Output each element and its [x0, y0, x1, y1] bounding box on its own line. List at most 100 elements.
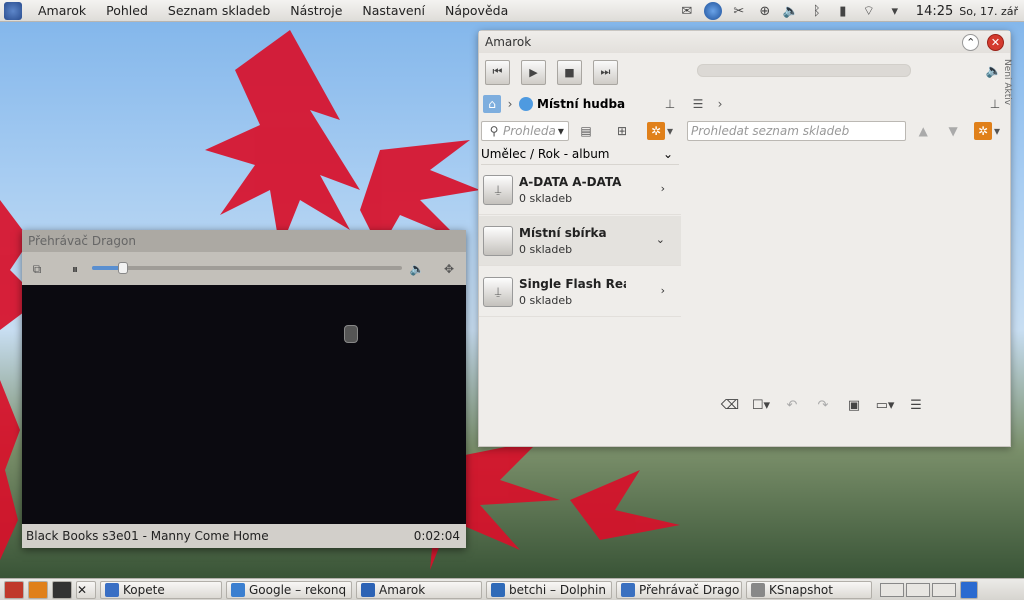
amarok-quicklaunch-icon[interactable]: [28, 580, 48, 599]
tools-icon[interactable]: ✕: [76, 580, 96, 599]
volume-icon[interactable]: 🔈: [986, 64, 1002, 79]
collection-item-local[interactable]: Místní sbírka 0 skladeb ⌄: [479, 216, 681, 266]
dragon-icon: [621, 582, 635, 597]
chevron-down-icon[interactable]: ▾: [665, 122, 675, 140]
playlist-button-row: ⌫ ☐▾ ↶ ↷ ▣ ▭▾ ☰: [719, 395, 936, 415]
pager-desktop-3[interactable]: [932, 582, 956, 597]
redo-icon[interactable]: ↷: [812, 395, 834, 415]
pager-desktop-2[interactable]: [906, 582, 930, 597]
export-playlist-icon[interactable]: ▣: [843, 395, 865, 415]
video-seek-handle[interactable]: [118, 262, 128, 274]
kde-launcher-icon[interactable]: [4, 1, 22, 20]
collection-view-icon[interactable]: ▤: [577, 122, 595, 140]
chevron-right-icon: ›: [507, 97, 513, 111]
mail-icon[interactable]: ✉: [678, 3, 696, 19]
task-amarok[interactable]: Amarok: [356, 580, 482, 599]
previous-track-button[interactable]: ⏮: [485, 59, 510, 85]
menu-nastaveni[interactable]: Nastavení: [352, 0, 435, 22]
breadcrumb-local-music[interactable]: Místní hudba: [537, 97, 625, 111]
collection-search-row: ⚲ Prohleda ▾ ▤ ⊞ ✲ ▾: [481, 120, 679, 142]
volume-icon[interactable]: 🔈: [408, 260, 426, 278]
browser-breadcrumb: ⌂ › Místní hudba ⊥: [483, 93, 679, 115]
config-icon[interactable]: ✲: [974, 122, 993, 140]
queue-icon[interactable]: ☐▾: [750, 395, 772, 415]
chevron-right-icon[interactable]: ›: [711, 95, 729, 113]
pause-icon[interactable]: ⏸: [66, 260, 84, 278]
collection-search-input[interactable]: ⚲ Prohleda ▾: [481, 121, 569, 141]
stop-button[interactable]: ■: [557, 59, 582, 85]
hard-drive-icon: [483, 225, 513, 256]
task-dragon[interactable]: Přehrávač Drago: [616, 580, 742, 599]
collection-item-flash[interactable]: ⍊ Single Flash Reade 0 skladeb ›: [479, 267, 681, 317]
close-button[interactable]: ✕: [987, 33, 1004, 51]
task-ksnapshot[interactable]: KSnapshot: [746, 580, 872, 599]
terminal-icon[interactable]: [52, 580, 72, 599]
chevron-right-icon[interactable]: ›: [661, 182, 665, 195]
home-icon[interactable]: ⌂: [483, 95, 501, 113]
side-panel-label[interactable]: Není Aktiv: [1002, 59, 1012, 149]
config-icon[interactable]: ✲: [647, 122, 665, 140]
minimize-button[interactable]: ⌃: [962, 33, 980, 51]
expand-tray-icon[interactable]: ▾: [886, 3, 904, 19]
dolphin-icon: [491, 582, 505, 597]
chevron-right-icon[interactable]: ›: [661, 284, 665, 297]
list-view-icon[interactable]: ☰: [905, 395, 927, 415]
chevron-down-icon[interactable]: ▾: [992, 122, 1002, 140]
bluetooth-icon[interactable]: ᛒ: [808, 3, 826, 19]
fullscreen-icon[interactable]: ✥: [440, 260, 458, 278]
window-title: Amarok: [485, 35, 532, 49]
network-globe-icon[interactable]: [703, 2, 722, 20]
wifi-icon[interactable]: ⌔: [860, 3, 878, 19]
sort-select[interactable]: Umělec / Rok - album ⌄: [481, 143, 679, 165]
bookmark-icon[interactable]: ⊥: [661, 95, 679, 113]
local-music-icon: [519, 97, 533, 111]
volume-icon[interactable]: 🔈: [782, 3, 800, 19]
play-button[interactable]: ▶: [521, 59, 546, 85]
menu-amarok[interactable]: Amarok: [28, 0, 96, 22]
menu-nastroje[interactable]: Nástroje: [280, 0, 352, 22]
chevron-down-icon[interactable]: ▾: [558, 124, 564, 138]
show-desktop-icon[interactable]: [960, 580, 978, 599]
network-icon[interactable]: ⊕: [756, 3, 774, 19]
bottom-taskbar: ✕ Kopete Google – rekonq Amarok betchi –…: [0, 578, 1024, 600]
merged-view-icon[interactable]: ⊞: [613, 122, 631, 140]
playlist-search-input[interactable]: Prohledat seznam skladeb: [687, 121, 907, 141]
arrow-down-icon[interactable]: ▼: [944, 122, 962, 140]
arrow-up-icon[interactable]: ▲: [914, 122, 932, 140]
playlist-toggle-icon[interactable]: ⧉: [28, 260, 46, 278]
collection-item-adata[interactable]: ⍊ A-DATA A-DATA N 0 skladeb ›: [479, 165, 681, 215]
amarok-window: Amarok ⌃ ✕ ⏮ ▶ ■ ⏭ 🔈 ⌂ › Místní hudba ⊥ …: [478, 30, 1012, 447]
clock-time[interactable]: 14:25: [916, 4, 953, 19]
kopete-icon: [105, 582, 119, 597]
chevron-down-icon: ⌄: [662, 146, 673, 161]
playback-time: 0:02:04: [413, 529, 460, 543]
task-rekonq[interactable]: Google – rekonq: [226, 580, 352, 599]
task-kopete[interactable]: Kopete: [100, 580, 222, 599]
usb-drive-icon: ⍊: [483, 276, 513, 307]
menu-seznam-skladeb[interactable]: Seznam skladeb: [158, 0, 280, 22]
menu-pohled[interactable]: Pohled: [96, 0, 158, 22]
chevron-down-icon[interactable]: ⌄: [656, 233, 665, 246]
video-area[interactable]: [22, 285, 466, 524]
dragon-status-bar: Black Books s3e01 - Manny Come Home 0:02…: [22, 524, 466, 548]
dragon-titlebar[interactable]: Přehrávač Dragon: [22, 230, 466, 252]
amarok-titlebar[interactable]: Amarok ⌃ ✕: [479, 31, 1010, 53]
app-launcher-icon[interactable]: [4, 580, 24, 599]
battery-icon[interactable]: ▮: [834, 3, 852, 19]
track-seek-slider[interactable]: [697, 64, 911, 77]
next-track-button[interactable]: ⏭: [593, 59, 618, 85]
video-seek-slider[interactable]: [92, 262, 402, 274]
amarok-icon: [361, 582, 375, 597]
pager-desktop-1[interactable]: [880, 582, 904, 597]
dragon-controls: ⧉ ⏸ 🔈 ✥: [22, 252, 466, 285]
task-dolphin[interactable]: betchi – Dolphin: [486, 580, 612, 599]
undo-icon[interactable]: ↶: [781, 395, 803, 415]
playlist-breadcrumb: ☰ › ⊥: [689, 93, 1004, 115]
clock-date[interactable]: So, 17. zář: [959, 5, 1018, 18]
playlist-icon[interactable]: ☰: [689, 95, 707, 113]
menu-napoveda[interactable]: Nápověda: [435, 0, 518, 22]
usb-drive-icon: ⍊: [483, 174, 513, 205]
scissors-icon[interactable]: ✂: [730, 3, 748, 19]
clear-playlist-icon[interactable]: ⌫: [719, 395, 741, 415]
playlist-layout-icon[interactable]: ▭▾: [874, 395, 896, 415]
